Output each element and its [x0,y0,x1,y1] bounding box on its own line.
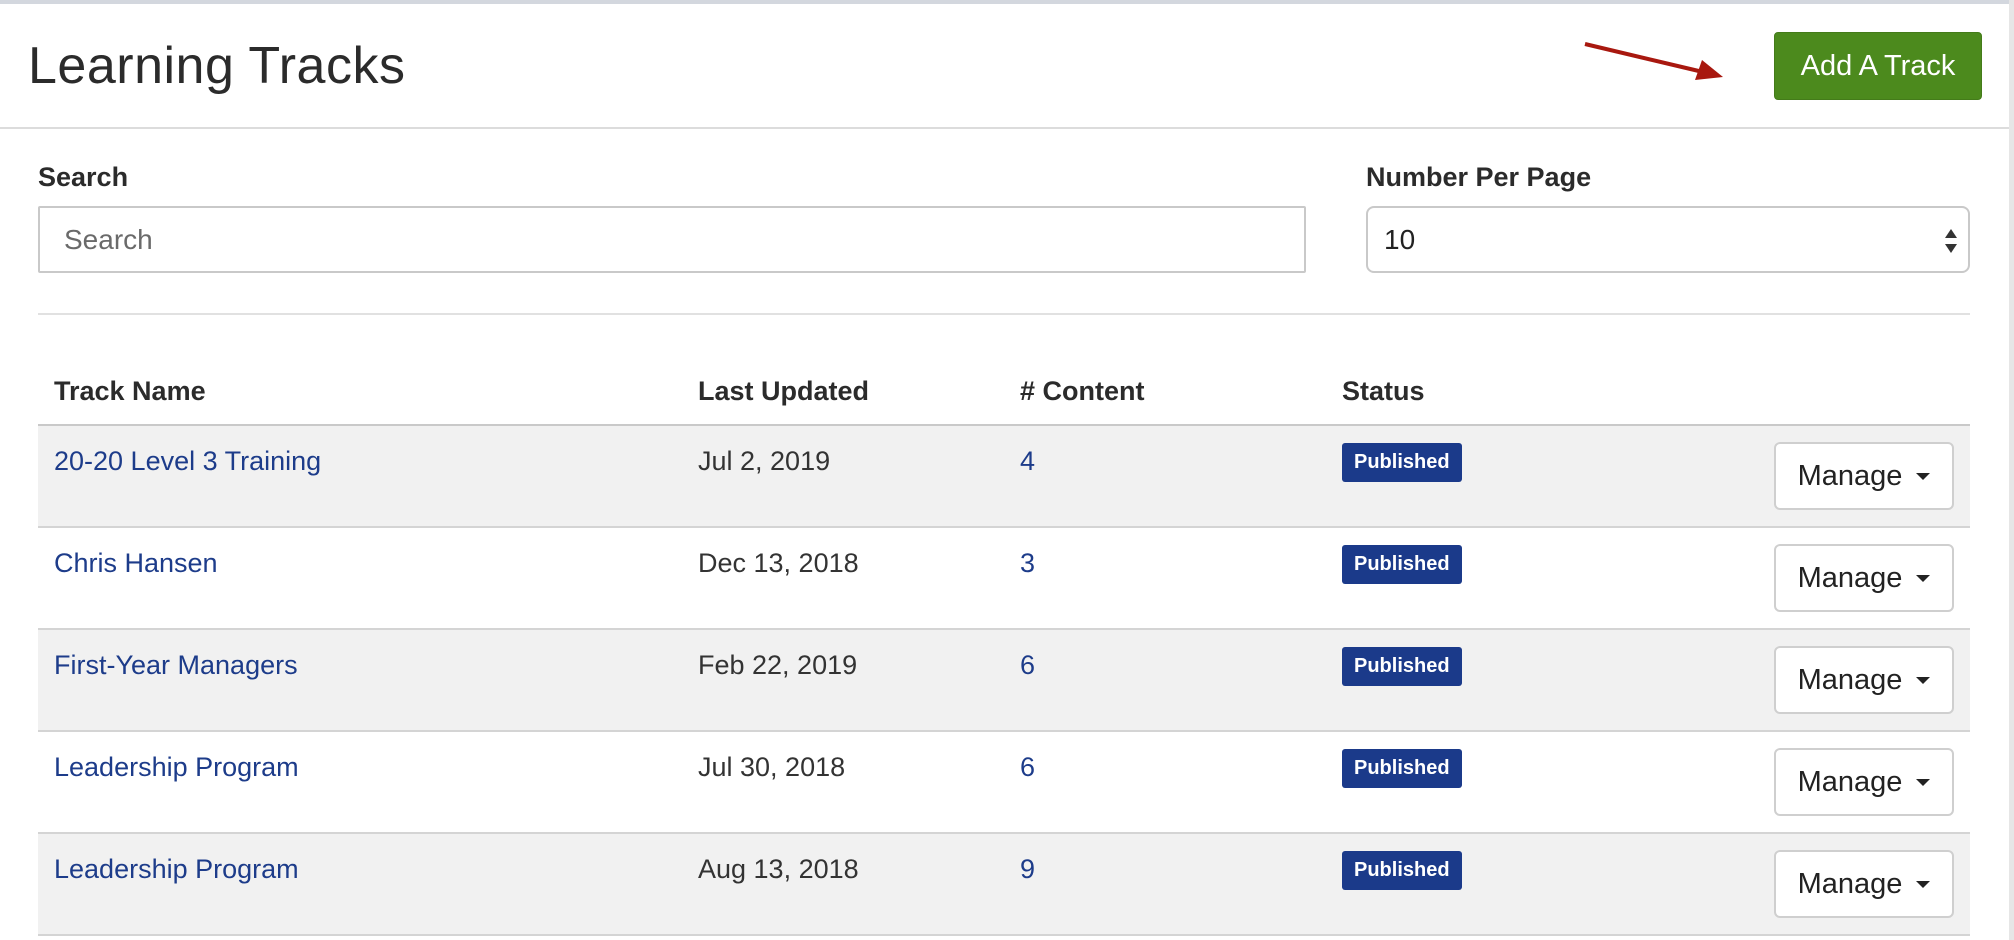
status-badge: Published [1342,749,1462,788]
track-name-link[interactable]: Leadership Program [54,752,299,783]
manage-label: Manage [1797,765,1903,798]
content-count-link[interactable]: 6 [1020,650,1035,681]
sort-arrows-icon [1945,229,1957,253]
status-badge: Published [1342,647,1462,686]
section-divider [38,313,1970,315]
page-title: Learning Tracks [28,37,406,95]
last-updated: Jul 30, 2018 [698,752,846,782]
manage-label: Manage [1797,561,1903,594]
chevron-down-icon [1916,472,1931,480]
tracks-table: Track Name Last Updated # Content Status… [38,360,1970,936]
chevron-down-icon [1916,880,1931,888]
manage-label: Manage [1797,867,1903,900]
table-row: 20-20 Level 3 Training Jul 2, 2019 4 Pub… [38,426,1970,528]
content-count-link[interactable]: 9 [1020,854,1035,885]
manage-label: Manage [1797,459,1903,492]
search-label: Search [38,162,129,192]
manage-dropdown-button[interactable]: Manage [1774,748,1954,816]
chevron-down-icon [1916,676,1931,684]
column-header-track-name[interactable]: Track Name [54,376,206,407]
last-updated: Aug 13, 2018 [698,854,859,884]
manage-dropdown-button[interactable]: Manage [1774,850,1954,918]
track-name-link[interactable]: Chris Hansen [54,548,218,579]
arrow-annotation-icon [1584,42,1723,80]
last-updated: Jul 2, 2019 [698,446,831,476]
table-header: Track Name Last Updated # Content Status [38,360,1970,426]
chevron-down-icon [1916,574,1931,582]
manage-dropdown-button[interactable]: Manage [1774,544,1954,612]
content-count-link[interactable]: 4 [1020,446,1035,477]
manage-dropdown-button[interactable]: Manage [1774,646,1954,714]
table-row: First-Year Managers Feb 22, 2019 6 Publi… [38,630,1970,732]
table-row: Leadership Program Aug 13, 2018 9 Publis… [38,834,1970,936]
last-updated: Dec 13, 2018 [698,548,859,578]
status-badge: Published [1342,851,1462,890]
page-header: Learning Tracks Add A Track [0,4,2009,129]
table-row: Chris Hansen Dec 13, 2018 3 Published Ma… [38,528,1970,630]
content-count-link[interactable]: 6 [1020,752,1035,783]
column-header-last-updated[interactable]: Last Updated [698,376,869,407]
manage-dropdown-button[interactable]: Manage [1774,442,1954,510]
manage-label: Manage [1797,663,1903,696]
chevron-down-icon [1916,778,1931,786]
track-name-link[interactable]: First-Year Managers [54,650,298,681]
last-updated: Feb 22, 2019 [698,650,858,680]
add-track-button[interactable]: Add A Track [1774,32,1982,100]
status-badge: Published [1342,545,1462,584]
track-name-link[interactable]: 20-20 Level 3 Training [54,446,321,477]
search-input[interactable] [38,206,1306,273]
per-page-value: 10 [1384,223,1416,255]
per-page-select[interactable]: 10 [1366,206,1970,273]
column-header-status[interactable]: Status [1342,376,1425,407]
scrollbar-track [2009,0,2014,940]
track-name-link[interactable]: Leadership Program [54,854,299,885]
column-header-content[interactable]: # Content [1020,376,1145,407]
table-row: Leadership Program Jul 30, 2018 6 Publis… [38,732,1970,834]
content-count-link[interactable]: 3 [1020,548,1035,579]
status-badge: Published [1342,443,1462,482]
per-page-label: Number Per Page [1366,162,1592,192]
